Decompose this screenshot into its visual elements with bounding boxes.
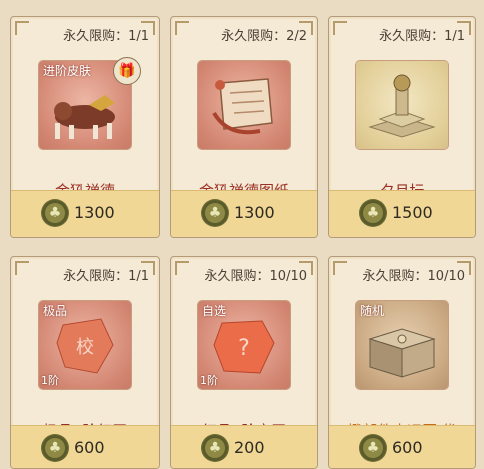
purchase-limit: 永久限购：1/1 <box>63 269 149 284</box>
card-corner-ornament <box>333 261 347 275</box>
card-corner-ornament <box>333 21 347 35</box>
clover-coin-icon: ♣ <box>360 200 386 226</box>
shop-item-card[interactable]: 永久限购：10/10 随机 橙部件幸运匣·优 ♣ 600 <box>328 256 476 469</box>
shop-item-card[interactable]: 永久限购：10/10 自选 ? 1阶 红品1阶宝玉 ♣ 200 <box>170 256 318 469</box>
lucky-box-icon <box>368 328 436 378</box>
item-price: 1300 <box>74 203 115 222</box>
purchase-limit: 永久限购：2/2 <box>221 29 307 44</box>
item-tag: 随机 <box>360 304 385 318</box>
shop-item-card[interactable]: 永久限购：2/2 金犼禅德图纸 ♣ 1300 <box>170 16 318 238</box>
red-jade-icon: 校 <box>56 318 114 374</box>
clover-coin-icon: ♣ <box>360 435 386 461</box>
shop-item-card[interactable]: 永久限购：1/1 🎁 进阶皮肤 金犼禅德 ♣ 1300 <box>10 16 160 238</box>
altar-icon <box>368 74 436 138</box>
item-price: 1500 <box>392 203 433 222</box>
mount-skin-icon <box>54 95 115 139</box>
item-tier: 1阶 <box>41 374 59 387</box>
card-corner-ornament <box>175 261 189 275</box>
clover-coin-icon: ♣ <box>202 435 228 461</box>
price-bar[interactable]: ♣ 1300 <box>11 190 159 237</box>
purchase-limit: 永久限购：1/1 <box>63 29 149 44</box>
price-bar[interactable]: ♣ 600 <box>11 425 159 468</box>
price-bar[interactable]: ♣ 1500 <box>329 190 475 237</box>
red-gem-icon: ? <box>213 320 275 374</box>
item-thumbnail[interactable]: 自选 ? 1阶 <box>198 301 290 389</box>
price-bar[interactable]: ♣ 600 <box>329 425 475 468</box>
shop-item-card[interactable]: 永久限购：1/1 夕月坛 ♣ 1500 <box>328 16 476 238</box>
clover-coin-icon: ♣ <box>202 200 228 226</box>
item-price: 1300 <box>234 203 275 222</box>
shop-item-card[interactable]: 永久限购：1/1 极品 校 1阶 极品1阶红玉 ♣ 600 <box>10 256 160 469</box>
svg-text:校: 校 <box>76 337 94 358</box>
item-tier: 1阶 <box>200 374 218 387</box>
item-tag: 进阶皮肤 <box>43 64 92 78</box>
item-thumbnail[interactable] <box>198 61 290 149</box>
shop-grid: 永久限购：1/1 🎁 进阶皮肤 金犼禅德 ♣ 1300 永久限购：2/2 <box>0 0 484 469</box>
purchase-limit: 永久限购：10/10 <box>362 269 465 284</box>
item-thumbnail[interactable]: 极品 校 1阶 <box>39 301 131 389</box>
price-bar[interactable]: ♣ 1300 <box>171 190 317 237</box>
item-price: 600 <box>392 438 423 457</box>
card-corner-ornament <box>15 21 29 35</box>
item-thumbnail[interactable]: 随机 <box>356 301 448 389</box>
svg-text:?: ? <box>238 336 250 361</box>
card-corner-ornament <box>15 261 29 275</box>
purchase-limit: 永久限购：10/10 <box>204 269 307 284</box>
card-corner-ornament <box>175 21 189 35</box>
blueprint-scroll-icon <box>212 78 273 135</box>
clover-coin-icon: ♣ <box>42 200 68 226</box>
item-price: 600 <box>74 438 105 457</box>
purchase-limit: 永久限购：1/1 <box>379 29 465 44</box>
item-thumbnail[interactable] <box>356 61 448 149</box>
item-price: 200 <box>234 438 265 457</box>
clover-coin-icon: ♣ <box>42 435 68 461</box>
gift-icon[interactable]: 🎁 <box>113 57 141 85</box>
price-bar[interactable]: ♣ 200 <box>171 425 317 468</box>
